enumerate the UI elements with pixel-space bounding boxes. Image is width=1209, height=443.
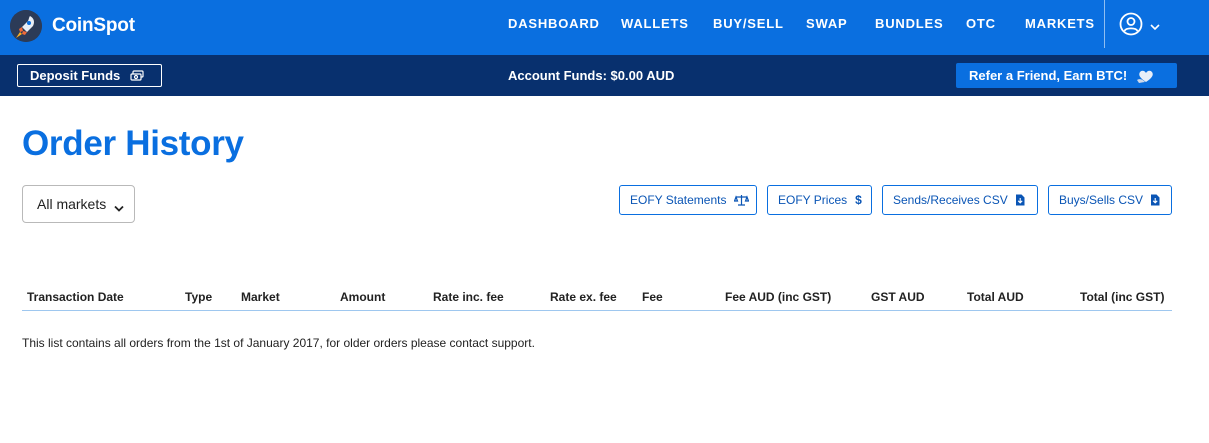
chevron-down-icon bbox=[114, 200, 124, 216]
user-circle-icon bbox=[1119, 12, 1143, 41]
eofy-prices-label: EOFY Prices bbox=[778, 193, 848, 207]
col-gst-aud[interactable]: GST AUD bbox=[871, 290, 925, 304]
market-select-value: All markets bbox=[37, 196, 107, 212]
col-type[interactable]: Type bbox=[185, 290, 212, 304]
refer-label: Refer a Friend, Earn BTC! bbox=[969, 68, 1128, 83]
buys-sells-csv-button[interactable]: Buys/Sells CSV bbox=[1048, 185, 1172, 215]
nav-buy-sell[interactable]: BUY/SELL bbox=[713, 16, 784, 31]
order-history-notice: This list contains all orders from the 1… bbox=[22, 336, 535, 350]
heart-hand-icon bbox=[1135, 68, 1157, 84]
dollar-icon: $ bbox=[855, 193, 862, 207]
sends-receives-csv-label: Sends/Receives CSV bbox=[893, 193, 1008, 207]
col-fee[interactable]: Fee bbox=[642, 290, 663, 304]
col-amount[interactable]: Amount bbox=[340, 290, 385, 304]
user-menu[interactable] bbox=[1119, 12, 1161, 41]
refer-friend-button[interactable]: Refer a Friend, Earn BTC! bbox=[956, 63, 1177, 88]
col-total-aud[interactable]: Total AUD bbox=[967, 290, 1024, 304]
top-nav: CoinSpot DASHBOARD WALLETS BUY/SELL SWAP… bbox=[0, 0, 1209, 55]
col-total-inc-gst[interactable]: Total (inc GST) bbox=[1080, 290, 1164, 304]
col-rate-inc-fee[interactable]: Rate inc. fee bbox=[433, 290, 504, 304]
order-table-header: Transaction Date Type Market Amount Rate… bbox=[22, 290, 1172, 311]
col-transaction-date[interactable]: Transaction Date bbox=[27, 290, 124, 304]
nav-swap[interactable]: SWAP bbox=[806, 16, 847, 31]
col-market[interactable]: Market bbox=[241, 290, 280, 304]
sends-receives-csv-button[interactable]: Sends/Receives CSV bbox=[882, 185, 1038, 215]
eofy-statements-button[interactable]: EOFY Statements bbox=[619, 185, 757, 215]
page-title: Order History bbox=[22, 124, 244, 163]
deposit-label: Deposit Funds bbox=[30, 68, 121, 83]
eofy-prices-button[interactable]: EOFY Prices $ bbox=[767, 185, 872, 215]
nav-dashboard[interactable]: DASHBOARD bbox=[508, 16, 600, 31]
col-rate-ex-fee[interactable]: Rate ex. fee bbox=[550, 290, 617, 304]
account-bar: Deposit Funds Account Funds: $0.00 AUD R… bbox=[0, 55, 1209, 96]
eofy-statements-label: EOFY Statements bbox=[630, 193, 727, 207]
main-nav: DASHBOARD WALLETS BUY/SELL SWAP BUNDLES … bbox=[0, 0, 1209, 48]
nav-markets[interactable]: MARKETS bbox=[1025, 16, 1095, 31]
scale-icon bbox=[733, 194, 749, 206]
account-funds: Account Funds: $0.00 AUD bbox=[508, 68, 675, 83]
nav-divider bbox=[1104, 0, 1105, 48]
nav-wallets[interactable]: WALLETS bbox=[621, 16, 689, 31]
nav-bundles[interactable]: BUNDLES bbox=[875, 16, 943, 31]
col-fee-aud[interactable]: Fee AUD (inc GST) bbox=[725, 290, 831, 304]
file-download-icon bbox=[1150, 194, 1160, 206]
cash-stack-icon bbox=[130, 69, 144, 82]
deposit-funds-button[interactable]: Deposit Funds bbox=[17, 64, 162, 87]
file-download-icon bbox=[1015, 194, 1025, 206]
buys-sells-csv-label: Buys/Sells CSV bbox=[1059, 193, 1144, 207]
market-select[interactable]: All markets bbox=[22, 185, 135, 223]
chevron-down-icon bbox=[1149, 21, 1161, 33]
nav-otc[interactable]: OTC bbox=[966, 16, 996, 31]
